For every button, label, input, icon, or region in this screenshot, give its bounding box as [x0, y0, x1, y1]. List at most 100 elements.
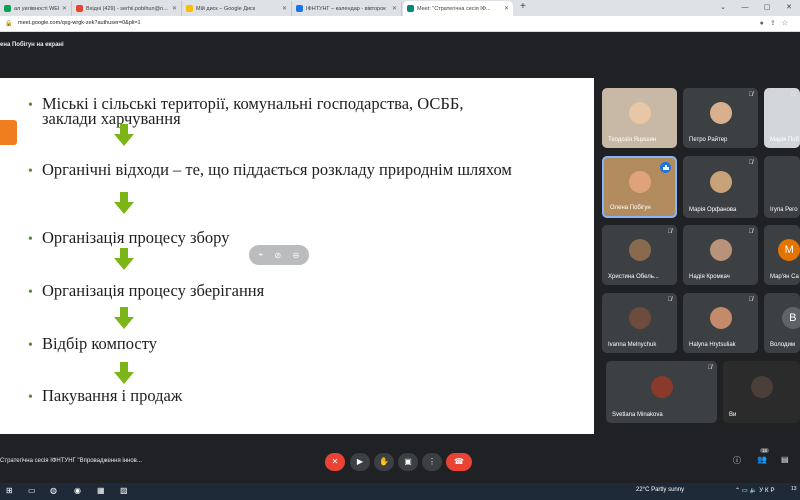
- close-tab-icon[interactable]: ✕: [172, 5, 177, 12]
- new-tab-button[interactable]: +: [520, 1, 526, 12]
- avatar: [628, 307, 651, 330]
- volume-icon[interactable]: 🔈: [750, 488, 759, 494]
- mic-off-icon: 🎙̸: [790, 92, 796, 98]
- slide-orange-tab: [0, 120, 17, 145]
- down-arrow-icon: [114, 124, 134, 146]
- lock-icon[interactable]: 🔒: [5, 20, 12, 27]
- mic-off-icon: 🎙̸: [748, 297, 754, 303]
- people-count-badge: 16: [760, 448, 770, 453]
- avatar: [709, 239, 732, 262]
- mic-off-icon: 🎙̸: [667, 229, 673, 235]
- down-arrow-icon: [114, 248, 134, 270]
- close-tab-icon[interactable]: ✕: [392, 5, 397, 12]
- minimize-icon[interactable]: —: [734, 0, 756, 15]
- people-icon[interactable]: 👥: [757, 455, 767, 464]
- down-arrow-icon: [114, 192, 134, 214]
- participant-tile[interactable]: 🎙̸ Ivanna Melnychuk: [602, 293, 677, 353]
- present-button[interactable]: ▣: [398, 453, 418, 471]
- close-icon[interactable]: ✕: [778, 0, 800, 15]
- camera-button[interactable]: ▶: [350, 453, 370, 471]
- self-view-tile[interactable]: Ви: [723, 361, 800, 423]
- raise-hand-button[interactable]: ✋: [374, 453, 394, 471]
- participant-video: [628, 102, 651, 125]
- participant-tile[interactable]: Теодозія Яцишин: [602, 88, 677, 148]
- task-view-icon[interactable]: ▭: [28, 486, 36, 495]
- drive-icon: [186, 5, 193, 12]
- participant-tile[interactable]: Ігупа Рего: [764, 156, 800, 218]
- participant-video: [628, 171, 651, 194]
- windows-start-icon[interactable]: ⊞: [6, 486, 13, 495]
- participant-tile[interactable]: 🎙̸ Надія Кромкач: [683, 225, 758, 285]
- camera-icon[interactable]: ●: [760, 20, 770, 27]
- mic-off-button[interactable]: ✕: [325, 453, 345, 471]
- mic-off-icon: 🎙̸: [748, 92, 754, 98]
- slide-bullet: • Пакування і продаж: [28, 386, 183, 405]
- remove-icon[interactable]: ⊖: [293, 251, 300, 260]
- participant-tile[interactable]: M Мар'ян Са: [764, 225, 800, 285]
- network-icon[interactable]: ▭: [742, 488, 750, 494]
- chrome-icon[interactable]: ◉: [74, 486, 81, 495]
- end-call-button[interactable]: ☎: [446, 453, 472, 471]
- participant-video: [750, 376, 773, 399]
- slide-bullet: • Організація процесу збору: [28, 228, 230, 247]
- info-icon[interactable]: ⓘ: [733, 455, 741, 466]
- app-icon[interactable]: ▦: [97, 486, 105, 495]
- mute-icon[interactable]: ⊘: [275, 251, 282, 260]
- mic-off-icon: 🎙̸: [667, 297, 673, 303]
- slide-bullet: • Органічні відходи – те, що піддається р…: [28, 160, 512, 179]
- avatar: M: [778, 239, 800, 262]
- windows-taskbar: ⊞ ▭ ◍ ◉ ▦ ▨ 22°C Partly sunny ⌃▭🔈УКР 13: [0, 483, 800, 500]
- language-indicator[interactable]: УКР: [759, 488, 776, 494]
- chat-icon[interactable]: ▤: [781, 455, 789, 464]
- url-field[interactable]: meet.google.com/qxg-wrgk-zek?authuser=0&…: [18, 20, 141, 26]
- avatar: [709, 171, 732, 194]
- participant-tile[interactable]: 🎙̸ Марія Орфанова: [683, 156, 758, 218]
- participant-tile[interactable]: 🎙̸ Halyna Hrytsuliak: [683, 293, 758, 353]
- avatar: [709, 102, 732, 125]
- more-options-button[interactable]: ⋮: [422, 453, 442, 471]
- browser-tab[interactable]: ал уилівності WEB з 3... ✕: [0, 1, 72, 16]
- chevron-up-icon[interactable]: ⌃: [735, 488, 742, 494]
- pin-icon[interactable]: ⌖: [259, 250, 264, 260]
- close-tab-icon[interactable]: ✕: [504, 5, 509, 12]
- browser-tab[interactable]: Вхідні (429) - serhii.pobihun@n... ✕: [72, 1, 182, 16]
- participant-tile[interactable]: 🎙̸ Петро Райтер: [683, 88, 758, 148]
- clock[interactable]: 13: [791, 486, 797, 492]
- app-icon[interactable]: ▨: [120, 486, 128, 495]
- gmail-icon: [76, 5, 83, 12]
- down-arrow-icon: [114, 362, 134, 384]
- share-icon[interactable]: ⇪: [770, 20, 782, 27]
- browser-tab-bar: ал уилівності WEB з 3... ✕ Вхідні (429) …: [0, 0, 800, 16]
- calendar-icon: [296, 5, 303, 12]
- avatar: [650, 376, 673, 399]
- participant-tile[interactable]: 🎙̸ Христина Обель...: [602, 225, 677, 285]
- participant-tile-speaking[interactable]: Олена Побігун: [602, 156, 677, 218]
- close-tab-icon[interactable]: ✕: [62, 5, 67, 12]
- address-bar: 🔒 meet.google.com/qxg-wrgk-zek?authuser=…: [0, 16, 800, 32]
- tile-overlay-controls: ⌖ ⊘ ⊖: [249, 245, 309, 265]
- down-arrow-icon: [114, 307, 134, 329]
- maximize-icon[interactable]: ▢: [756, 0, 778, 15]
- browser-tab[interactable]: ІФНТУНГ – календар - вівторок ✕: [292, 1, 402, 16]
- browser-tab[interactable]: Мій диск – Google Диск ✕: [182, 1, 292, 16]
- edge-icon[interactable]: ◍: [50, 486, 57, 495]
- speaking-indicator-icon: [660, 162, 671, 173]
- slide-bullet: • Відбір компосту: [28, 334, 157, 353]
- participant-tile[interactable]: 🎙̸ Svetlana Minakova: [606, 361, 717, 423]
- slide-bullet: • Міські і сільські території, комунальні…: [28, 94, 464, 128]
- participant-tile[interactable]: B Володим: [764, 293, 800, 353]
- bullet-icon: •: [28, 98, 33, 113]
- window-controls: ⌄ — ▢ ✕: [712, 0, 800, 15]
- star-icon[interactable]: ☆: [782, 20, 794, 27]
- mic-off-icon: 🎙̸: [707, 365, 713, 371]
- close-tab-icon[interactable]: ✕: [282, 5, 287, 12]
- browser-tab-active[interactable]: Meet: "Стратегічна сесія ІФ... ✕: [403, 1, 513, 16]
- participant-tile[interactable]: 🎙̸ Марія Поб: [764, 88, 800, 148]
- chevron-down-icon[interactable]: ⌄: [712, 0, 734, 15]
- bullet-icon: •: [28, 338, 33, 353]
- slide-bullet: • Організація процесу зберігання: [28, 281, 265, 300]
- tab-favicon-icon: [4, 5, 11, 12]
- weather-widget[interactable]: 22°C Partly sunny: [636, 487, 684, 493]
- presenter-label: ена Побігун на екрані: [0, 42, 64, 48]
- bullet-icon: •: [28, 232, 33, 247]
